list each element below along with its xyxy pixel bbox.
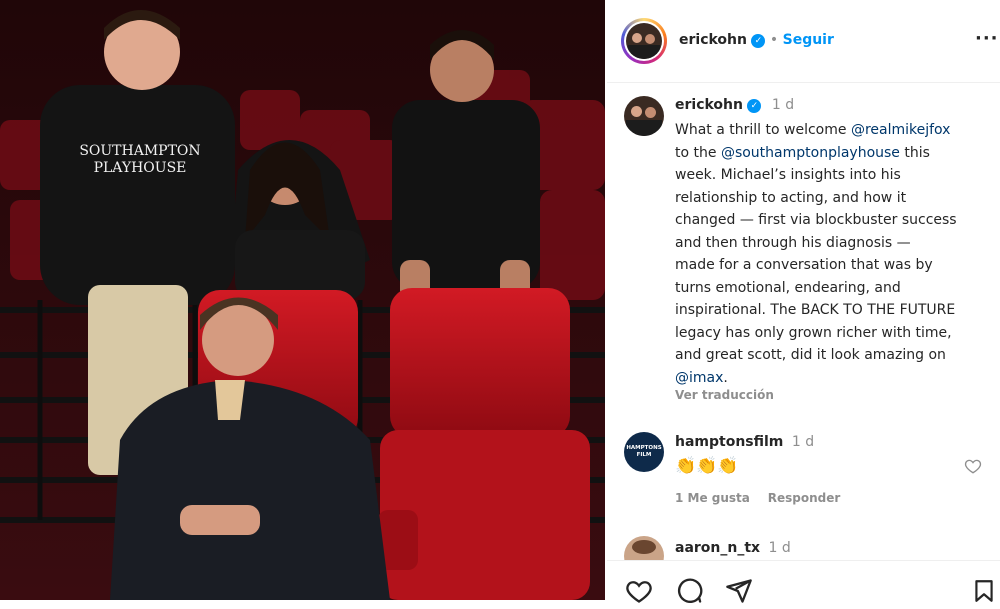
comment-author-avatar[interactable]: HAMPTONS FILM	[624, 432, 664, 472]
comment-time[interactable]: 1 d	[792, 434, 814, 450]
caption-line-text: and then through his diagnosis —	[675, 234, 911, 251]
see-translation-link[interactable]: Ver traducción	[675, 388, 774, 402]
dot-separator: •	[769, 32, 779, 48]
caption-line-text: to the	[675, 144, 721, 161]
mention-link[interactable]: @southamptonplayhouse	[721, 145, 900, 161]
caption-line-text: turns emotional, endearing, and	[675, 279, 901, 296]
caption-line-text: this	[899, 144, 930, 161]
caption-line-text: .	[723, 369, 728, 386]
caption-line-text: legacy has only grown richer with time,	[675, 324, 952, 341]
share-icon[interactable]	[725, 577, 753, 609]
comment-icon[interactable]	[675, 577, 703, 609]
post-details-panel: erickohn ✓ • Seguir ··· erickohn ✓ 1 d W…	[607, 0, 1000, 603]
comment-likes[interactable]: 1 Me gusta	[675, 491, 750, 505]
post-header: erickohn ✓ • Seguir ···	[607, 0, 1000, 83]
photo-illustration: SOUTHAMPTON PLAYHOUSE	[0, 0, 605, 600]
caption-line: and great scott, did it look amazing on	[675, 344, 993, 367]
author-avatar	[626, 23, 662, 59]
caption-line-text: inspirational. The BACK TO THE FUTURE	[675, 302, 956, 318]
caption-line: made for a conversation that was by	[675, 254, 993, 277]
caption-line: What a thrill to welcome @realmikejfox	[675, 119, 993, 142]
more-icon[interactable]: ···	[975, 28, 999, 49]
comment-text: 👏👏👏	[675, 456, 739, 476]
caption-line: inspirational. The BACK TO THE FUTURE	[675, 299, 993, 322]
caption-line: to the @southamptonplayhouse this	[675, 142, 993, 165]
caption-time[interactable]: 1 d	[772, 97, 794, 113]
heart-icon[interactable]	[625, 577, 653, 609]
action-bar	[607, 560, 1000, 603]
caption-line-text: changed — first via blockbuster success	[675, 212, 957, 228]
mention-link[interactable]: @imax	[675, 370, 723, 386]
reply-button[interactable]: Responder	[768, 491, 841, 505]
author-avatar-ring[interactable]	[621, 18, 667, 64]
verified-badge-icon: ✓	[747, 99, 762, 113]
caption-line-text: made for a conversation that was by	[675, 257, 933, 273]
caption-line: legacy has only grown richer with time,	[675, 322, 993, 345]
caption-line-text: relationship to acting, and how it	[675, 189, 907, 206]
caption-text: What a thrill to welcome @realmikejfox to…	[675, 119, 993, 389]
caption-line: relationship to acting, and how it	[675, 187, 993, 210]
caption-line: changed — first via blockbuster success	[675, 209, 993, 232]
post-photo[interactable]: SOUTHAMPTON PLAYHOUSE	[0, 0, 605, 600]
verified-badge-icon: ✓	[751, 34, 766, 48]
caption-author-name[interactable]: erickohn	[675, 97, 743, 113]
mention-link[interactable]: @realmikejfox	[851, 122, 951, 138]
post-author-name[interactable]: erickohn	[679, 32, 747, 48]
caption-line: @imax.	[675, 367, 993, 390]
comment-like-heart-icon[interactable]	[964, 457, 982, 479]
caption-line-text: week. Michael’s insights into his	[675, 167, 901, 183]
caption-line-text: and great scott, did it look amazing on	[675, 347, 946, 363]
shirt-text-line1: SOUTHAMPTON	[79, 143, 200, 159]
caption-line-text: What a thrill to welcome	[675, 122, 851, 138]
avatar-text: HAMPTONS FILM	[626, 445, 662, 458]
caption-line: turns emotional, endearing, and	[675, 277, 993, 300]
comment-author-name[interactable]: hamptonsfilm	[675, 434, 783, 450]
comment-time[interactable]: 1 d	[769, 540, 791, 556]
shirt-text-line2: PLAYHOUSE	[94, 160, 187, 176]
comment-author-name[interactable]: aaron_n_tx	[675, 540, 760, 556]
caption-line: and then through his diagnosis —	[675, 232, 993, 255]
caption-line: week. Michael’s insights into his	[675, 164, 993, 187]
follow-button[interactable]: Seguir	[783, 32, 834, 48]
caption-author-avatar[interactable]	[624, 96, 664, 136]
save-icon[interactable]	[971, 577, 997, 609]
